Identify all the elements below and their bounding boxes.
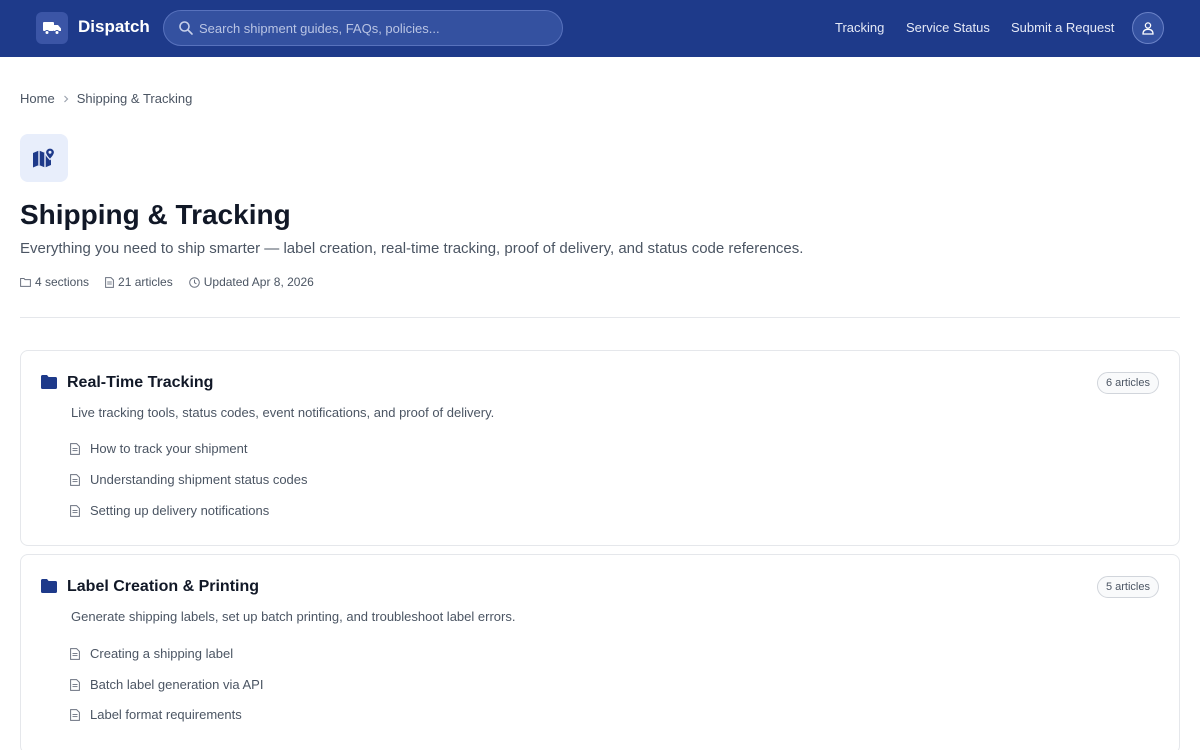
meta-updated: Updated Apr 8, 2026 <box>188 275 314 289</box>
article-title: Batch label generation via API <box>90 677 264 692</box>
nav-link-submit-request[interactable]: Submit a Request <box>1011 19 1114 36</box>
breadcrumb: Home Shipping & Tracking <box>20 91 192 106</box>
document-icon <box>70 647 80 660</box>
top-navigation-bar: Dispatch Tracking Service Status Submit … <box>0 0 1200 57</box>
article-link[interactable]: Understanding shipment status codes <box>70 471 308 488</box>
article-link[interactable]: Creating a shipping label <box>70 645 233 662</box>
search-icon <box>179 21 193 35</box>
section-title[interactable]: Label Creation & Printing <box>67 577 259 597</box>
document-icon <box>70 442 80 455</box>
document-icon <box>70 473 80 486</box>
document-icon <box>70 678 80 691</box>
breadcrumb-current: Shipping & Tracking <box>76 91 193 106</box>
section-card-real-time-tracking: Real-Time Tracking 6 articles Live track… <box>20 350 1180 546</box>
article-link[interactable]: Batch label generation via API <box>70 676 263 693</box>
meta-sections-text: 4 sections <box>35 275 90 289</box>
user-avatar-button[interactable] <box>1132 12 1164 44</box>
search-bar[interactable] <box>163 10 563 46</box>
nav-link-tracking[interactable]: Tracking <box>835 19 884 36</box>
clock-icon <box>188 276 200 288</box>
app-name[interactable]: Dispatch <box>78 17 150 37</box>
chevron-right-icon <box>63 95 69 102</box>
section-card-label-creation: Label Creation & Printing 5 articles Gen… <box>20 554 1180 750</box>
search-input[interactable] <box>199 11 549 45</box>
truck-icon[interactable] <box>36 12 68 44</box>
nav-link-service-status[interactable]: Service Status <box>906 19 990 36</box>
article-count-badge: 6 articles <box>1096 372 1159 394</box>
section-title[interactable]: Real-Time Tracking <box>67 373 213 393</box>
divider <box>20 317 1180 318</box>
document-icon <box>70 504 80 517</box>
page-description: Everything you need to ship smarter — la… <box>20 240 804 257</box>
document-icon <box>70 708 80 721</box>
meta-articles-text: 21 articles <box>118 275 173 289</box>
article-link[interactable]: Label format requirements <box>70 706 242 723</box>
category-meta: 4 sections 21 articles Updated Apr 8, 20… <box>20 275 330 289</box>
article-title: Label format requirements <box>90 707 242 722</box>
page-title: Shipping & Tracking <box>20 199 291 230</box>
meta-articles: 21 articles <box>105 275 173 289</box>
section-description: Live tracking tools, status codes, event… <box>71 405 495 420</box>
document-icon <box>105 276 114 288</box>
article-count-badge: 5 articles <box>1096 576 1159 598</box>
article-title: Setting up delivery notifications <box>90 503 270 518</box>
folder-icon <box>41 579 57 593</box>
folder-icon <box>41 375 57 389</box>
breadcrumb-home[interactable]: Home <box>20 91 55 106</box>
article-title: Understanding shipment status codes <box>90 472 308 487</box>
meta-sections: 4 sections <box>20 275 89 289</box>
article-title: How to track your shipment <box>90 441 248 456</box>
article-link[interactable]: How to track your shipment <box>70 440 248 457</box>
meta-updated-text: Updated Apr 8, 2026 <box>203 275 314 289</box>
folder-icon <box>20 278 31 287</box>
article-title: Creating a shipping label <box>90 646 234 661</box>
user-icon <box>1142 22 1154 35</box>
article-link[interactable]: Setting up delivery notifications <box>70 502 269 519</box>
map-icon <box>20 134 68 182</box>
section-description: Generate shipping labels, set up batch p… <box>71 609 516 624</box>
